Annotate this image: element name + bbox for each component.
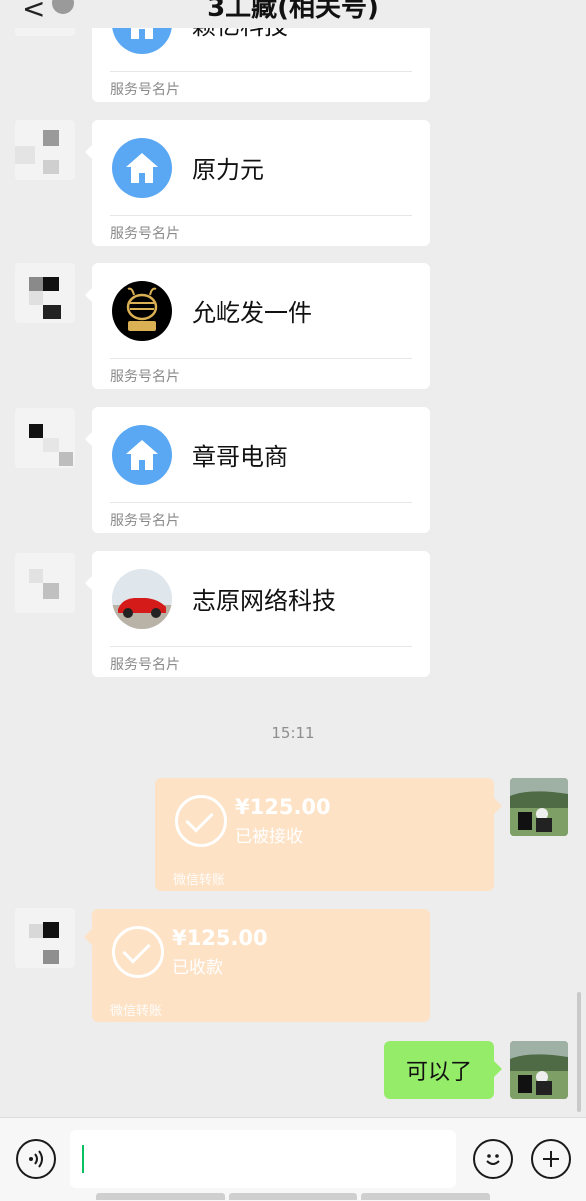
my-avatar[interactable] — [510, 778, 568, 836]
service-card[interactable]: 原力元 服务号名片 — [85, 120, 430, 246]
chat-header: < 3工藏(相关号) — [0, 0, 586, 28]
house-icon — [112, 138, 172, 198]
card-name: 章哥电商 — [192, 443, 288, 471]
transfer-bubble[interactable]: ¥125.00 已收款 微信转账 — [84, 909, 430, 1022]
text-message-bubble[interactable]: 可以了 — [384, 1041, 502, 1099]
transfer-bubble[interactable]: ¥125.00 已被接收 微信转账 — [155, 778, 502, 891]
message-input[interactable] — [70, 1130, 456, 1188]
message-timestamp: 15:11 — [271, 724, 315, 742]
transfer-status: 已被接收 — [235, 827, 303, 847]
card-type-label: 服务号名片 — [110, 513, 180, 529]
check-icon — [175, 795, 227, 847]
text-cursor — [82, 1145, 84, 1173]
card-name: 原力元 — [192, 156, 264, 184]
service-card[interactable]: 志原网络科技 服务号名片 — [85, 551, 430, 677]
contact-avatar[interactable] — [15, 120, 75, 180]
card-divider — [110, 502, 412, 503]
card-type-label: 服务号名片 — [110, 369, 180, 385]
message-list[interactable]: 颖亿科技 服务号名片 原力元 服务号名片 — [0, 0, 586, 1117]
contact-avatar[interactable] — [15, 553, 75, 613]
keyboard-suggestion-strip — [96, 1193, 491, 1200]
my-avatar[interactable] — [510, 1041, 568, 1099]
check-icon — [112, 926, 164, 978]
card-type-label: 服务号名片 — [110, 82, 180, 98]
transfer-source: 微信转账 — [173, 873, 226, 888]
scrollbar[interactable] — [577, 992, 581, 1112]
card-divider — [110, 71, 412, 72]
card-name: 允屹发一件 — [192, 299, 312, 327]
plus-icon[interactable] — [531, 1139, 571, 1179]
transfer-status: 已收款 — [172, 958, 223, 978]
card-name: 志原网络科技 — [192, 587, 336, 615]
car-logo — [112, 569, 172, 629]
service-card[interactable]: 允屹发一件 服务号名片 — [85, 263, 430, 389]
card-type-label: 服务号名片 — [110, 226, 180, 242]
transfer-amount: ¥125.00 — [235, 795, 331, 819]
unread-badge — [52, 0, 74, 14]
card-divider — [110, 646, 412, 647]
contact-avatar[interactable] — [15, 408, 75, 468]
back-icon[interactable]: < — [22, 0, 45, 25]
card-divider — [110, 215, 412, 216]
chat-title: 3工藏(相关号) — [207, 0, 379, 23]
contact-avatar[interactable] — [15, 263, 75, 323]
contact-avatar[interactable] — [15, 908, 75, 968]
service-card[interactable]: 章哥电商 服务号名片 — [85, 407, 430, 533]
card-type-label: 服务号名片 — [110, 657, 180, 673]
input-bar — [0, 1117, 586, 1201]
emoji-icon[interactable] — [473, 1139, 513, 1179]
transfer-source: 微信转账 — [110, 1004, 163, 1019]
card-divider — [110, 358, 412, 359]
house-icon — [112, 425, 172, 485]
voice-icon[interactable] — [16, 1139, 56, 1179]
transfer-amount: ¥125.00 — [172, 926, 268, 950]
bee-logo — [112, 281, 172, 341]
